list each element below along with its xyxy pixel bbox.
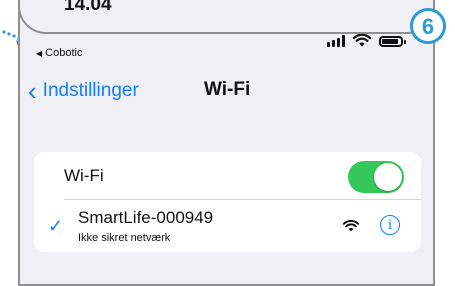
wifi-toggle[interactable] [348, 161, 404, 193]
back-button-label: Indstillinger [42, 80, 139, 101]
back-button[interactable]: ‹ Indstillinger [28, 78, 139, 104]
status-icons [327, 34, 406, 47]
back-app-label: Cobotic [45, 47, 83, 59]
status-time: 14.04 [64, 0, 112, 15]
back-to-app-link[interactable]: ◀ Cobotic [36, 47, 82, 59]
network-security-status: Ikke sikret netværk [78, 232, 171, 244]
step-number-badge: 6 [410, 8, 446, 44]
phone-screen: 14.04 ◀ Cobotic ‹ Indstillinger Wi-Fi Wi-F… [18, 0, 435, 286]
wifi-row-label: Wi-Fi [64, 166, 104, 185]
battery-icon [379, 36, 406, 47]
row-separator [64, 199, 421, 200]
info-icon[interactable]: i [380, 215, 400, 235]
wifi-strength-icon [343, 220, 359, 232]
checkmark-icon: ✓ [48, 216, 64, 236]
signal-icon [327, 35, 345, 47]
back-triangle-icon: ◀ [36, 49, 43, 58]
toggle-knob [374, 163, 402, 191]
chevron-left-icon: ‹ [28, 76, 37, 106]
wifi-icon [353, 34, 371, 47]
page-title: Wi-Fi [204, 79, 251, 100]
network-name[interactable]: SmartLife-000949 [78, 208, 213, 228]
